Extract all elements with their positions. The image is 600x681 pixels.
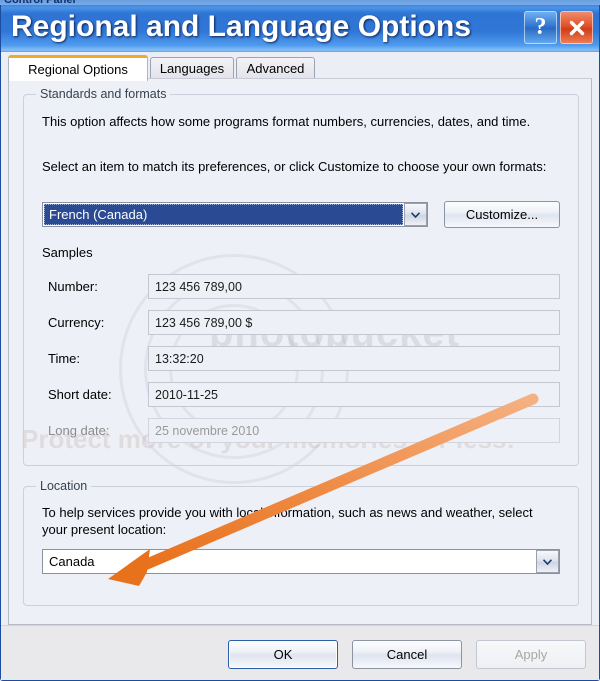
standards-and-formats-legend: Standards and formats: [36, 87, 171, 101]
standards-description-1: This option affects how some programs fo…: [42, 114, 531, 129]
location-combo[interactable]: Canada: [42, 549, 560, 574]
customize-button-label: Customize...: [465, 207, 539, 222]
ok-button-label: OK: [273, 647, 293, 662]
standards-description-2: Select an item to match its preferences,…: [42, 159, 547, 174]
samples-heading: Samples: [42, 245, 93, 260]
sample-short-date-value: 2010-11-25: [148, 382, 560, 407]
standards-locale-dropdown-arrow[interactable]: [404, 203, 427, 226]
location-legend: Location: [36, 479, 92, 493]
apply-button: Apply: [476, 640, 586, 669]
sample-short-date-label: Short date:: [48, 387, 112, 402]
standards-locale-value: French (Canada): [44, 204, 403, 225]
apply-button-label: Apply: [514, 647, 548, 662]
help-button[interactable]: ?: [524, 11, 557, 44]
location-value: Canada: [49, 554, 95, 569]
dialog-button-bar: OK Cancel Apply: [1, 625, 599, 680]
tab-advanced-label: Advanced: [246, 61, 305, 76]
cancel-button[interactable]: Cancel: [352, 640, 462, 669]
tab-regional-options[interactable]: Regional Options: [8, 55, 148, 81]
sample-currency-value: 123 456 789,00 $: [148, 310, 560, 335]
sample-time-value: 13:32:20: [148, 346, 560, 371]
close-button[interactable]: [560, 11, 593, 44]
sample-currency-label: Currency:: [48, 315, 105, 330]
sample-number-value: 123 456 789,00: [148, 274, 560, 299]
cancel-button-label: Cancel: [386, 647, 428, 662]
title-bar: Regional and Language Options ?: [1, 5, 599, 52]
chevron-down-icon: [411, 211, 420, 218]
title-bar-buttons: ?: [524, 11, 593, 44]
tab-languages-label: Languages: [159, 61, 225, 76]
standards-locale-combo[interactable]: French (Canada): [42, 202, 428, 227]
chevron-down-icon: [543, 558, 552, 565]
location-description: To help services provide you with local …: [42, 505, 533, 537]
tab-regional-options-label: Regional Options: [28, 62, 128, 77]
tab-strip: Regional Options Languages Advanced: [8, 55, 592, 81]
close-x-icon: [569, 20, 584, 35]
sample-time-label: Time:: [48, 351, 81, 366]
ok-button[interactable]: OK: [228, 640, 338, 669]
tab-advanced[interactable]: Advanced: [236, 57, 315, 79]
screenshot-root: Control Panel Regional and Language Opti…: [0, 0, 600, 681]
sample-number-label: Number:: [48, 279, 98, 294]
location-dropdown-arrow[interactable]: [536, 550, 559, 573]
window-title: Regional and Language Options: [11, 10, 472, 43]
location-group: Location To help services provide you wi…: [23, 479, 579, 606]
standards-and-formats-group: Standards and formats This option affect…: [23, 87, 579, 466]
tab-languages[interactable]: Languages: [150, 57, 234, 79]
question-mark-icon: ?: [534, 14, 547, 40]
regional-and-language-options-dialog: Regional and Language Options ? Regional…: [0, 5, 600, 681]
sample-long-date-label: Long date:: [48, 423, 110, 438]
tab-page-regional-options: photobucket Protect more of your memorie…: [8, 78, 592, 625]
sample-long-date-value: 25 novembre 2010: [148, 418, 560, 443]
customize-button[interactable]: Customize...: [444, 201, 560, 228]
